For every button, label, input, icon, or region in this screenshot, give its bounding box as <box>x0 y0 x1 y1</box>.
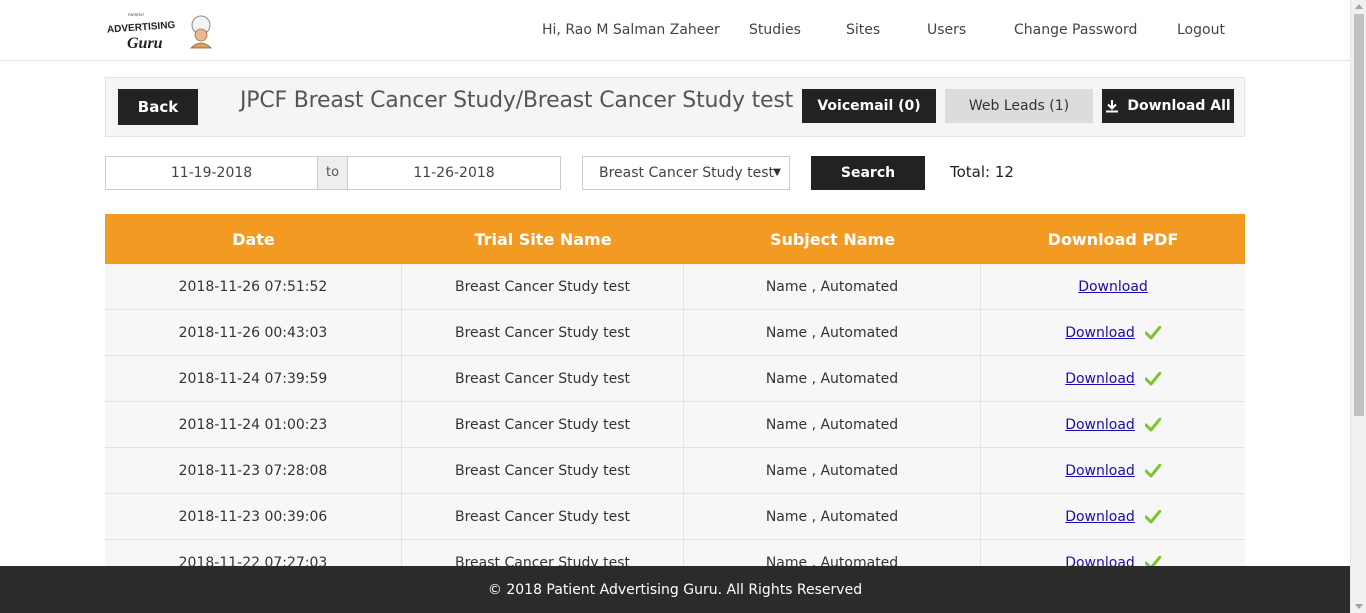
col-header-site: Trial Site Name <box>474 229 612 249</box>
row-subject: Name , Automated <box>684 310 981 355</box>
check-icon <box>1144 509 1161 523</box>
table-row: 2018-11-23 07:28:08 Breast Cancer Study t… <box>105 448 1245 494</box>
row-site: Breast Cancer Study test <box>402 356 684 401</box>
check-icon <box>1144 325 1161 339</box>
date-range-separator: to <box>317 156 348 190</box>
nav-logout[interactable]: Logout <box>1177 22 1225 38</box>
row-site: Breast Cancer Study test <box>402 448 684 493</box>
download-pdf-link[interactable]: Download <box>1065 417 1135 433</box>
nav-studies[interactable]: Studies <box>749 22 801 38</box>
row-date: 2018-11-24 07:39:59 <box>105 356 402 401</box>
col-header-date: Date <box>232 229 275 249</box>
row-download-cell: Download <box>981 448 1245 493</box>
leads-table: Date Trial Site Name Subject Name Downlo… <box>105 214 1245 586</box>
col-header-subject: Subject Name <box>769 229 896 249</box>
row-download-cell: Download <box>981 494 1245 539</box>
row-subject: Name , Automated <box>684 494 981 539</box>
site-select[interactable]: Breast Cancer Study test ▼ <box>582 156 790 190</box>
footer: © 2018 Patient Advertising Guru. All Rig… <box>0 566 1350 613</box>
site-select-value: Breast Cancer Study test <box>599 165 774 181</box>
svg-text:PATIENT: PATIENT <box>128 12 145 17</box>
download-pdf-link[interactable]: Download <box>1065 325 1135 341</box>
download-pdf-link[interactable]: Download <box>1065 371 1135 387</box>
row-site: Breast Cancer Study test <box>402 402 684 447</box>
row-date: 2018-11-26 07:51:52 <box>105 264 402 309</box>
row-subject: Name , Automated <box>684 402 981 447</box>
date-to-input[interactable]: 11-26-2018 <box>347 156 561 190</box>
row-download-cell: Download <box>981 402 1245 447</box>
row-subject: Name , Automated <box>684 448 981 493</box>
table-row: 2018-11-23 00:39:06 Breast Cancer Study t… <box>105 494 1245 540</box>
back-button[interactable]: Back <box>118 89 198 125</box>
table-row: 2018-11-24 07:39:59 Breast Cancer Study t… <box>105 356 1245 402</box>
caret-down-icon: ▼ <box>773 167 781 178</box>
download-pdf-link[interactable]: Download <box>1065 509 1135 525</box>
scrollbar-thumb[interactable] <box>1354 14 1364 416</box>
row-subject: Name , Automated <box>684 356 981 401</box>
svg-text:Guru: Guru <box>127 35 163 52</box>
study-header-panel: Back JPCF Breast Cancer Study/Breast Can… <box>105 77 1245 137</box>
top-navbar: PATIENT ADVERTISING Guru Hi, Rao M Salma… <box>0 0 1350 61</box>
page-scrollbar[interactable] <box>1350 0 1366 613</box>
row-site: Breast Cancer Study test <box>402 310 684 355</box>
nav-users[interactable]: Users <box>927 22 966 38</box>
check-icon <box>1144 371 1161 385</box>
check-icon <box>1144 417 1161 431</box>
col-header-download: Download PDF <box>1047 229 1179 249</box>
check-icon <box>1144 463 1161 477</box>
row-date: 2018-11-24 01:00:23 <box>105 402 402 447</box>
row-download-cell: Download <box>981 264 1245 309</box>
scroll-up-icon[interactable] <box>1355 4 1363 9</box>
nav-sites[interactable]: Sites <box>846 22 880 38</box>
page-title: JPCF Breast Cancer Study/Breast Cancer S… <box>240 88 794 113</box>
total-count: Total: 12 <box>950 163 1014 181</box>
row-site: Breast Cancer Study test <box>402 264 684 309</box>
table-header: Date Trial Site Name Subject Name Downlo… <box>105 214 1245 264</box>
table-body: 2018-11-26 07:51:52 Breast Cancer Study t… <box>105 264 1245 586</box>
row-subject: Name , Automated <box>684 264 981 309</box>
web-leads-button[interactable]: Web Leads (1) <box>945 89 1093 123</box>
copyright-text: © 2018 Patient Advertising Guru. All Rig… <box>487 581 863 598</box>
scroll-down-icon[interactable] <box>1355 604 1363 609</box>
table-row: 2018-11-24 01:00:23 Breast Cancer Study t… <box>105 402 1245 448</box>
download-all-button[interactable]: Download All <box>1102 89 1234 123</box>
table-row: 2018-11-26 07:51:52 Breast Cancer Study t… <box>105 264 1245 310</box>
table-row: 2018-11-26 00:43:03 Breast Cancer Study t… <box>105 310 1245 356</box>
row-site: Breast Cancer Study test <box>402 494 684 539</box>
row-date: 2018-11-26 00:43:03 <box>105 310 402 355</box>
row-date: 2018-11-23 07:28:08 <box>105 448 402 493</box>
download-pdf-link[interactable]: Download <box>1065 463 1135 479</box>
nav-change-password[interactable]: Change Password <box>1014 22 1137 38</box>
date-from-input[interactable]: 11-19-2018 <box>105 156 318 190</box>
user-greeting: Hi, Rao M Salman Zaheer <box>542 22 720 38</box>
row-date: 2018-11-23 00:39:06 <box>105 494 402 539</box>
row-download-cell: Download <box>981 310 1245 355</box>
download-all-label: Download All <box>1127 98 1231 114</box>
svg-text:ADVERTISING: ADVERTISING <box>107 20 176 36</box>
brand-logo[interactable]: PATIENT ADVERTISING Guru <box>105 8 220 54</box>
row-download-cell: Download <box>981 356 1245 401</box>
search-button[interactable]: Search <box>811 156 925 190</box>
download-pdf-link[interactable]: Download <box>1078 279 1148 295</box>
download-icon <box>1106 100 1119 113</box>
voicemail-button[interactable]: Voicemail (0) <box>802 89 936 123</box>
